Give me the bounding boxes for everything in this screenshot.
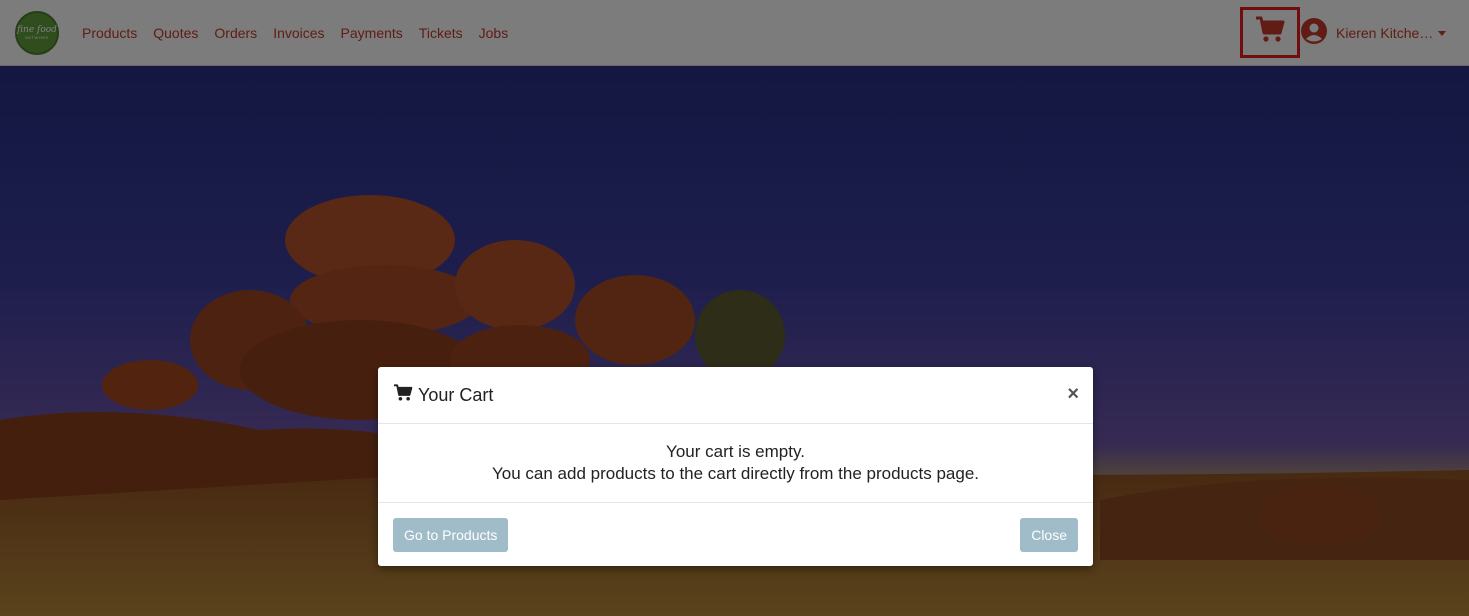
- modal-header: Your Cart ×: [378, 367, 1093, 424]
- empty-cart-message: Your cart is empty.: [666, 442, 805, 461]
- close-icon[interactable]: ×: [1067, 383, 1079, 406]
- modal-body: Your cart is empty. You can add products…: [378, 424, 1093, 503]
- shopping-cart-icon: [393, 383, 413, 407]
- close-button[interactable]: Close: [1020, 518, 1078, 552]
- empty-cart-hint: You can add products to the cart directl…: [492, 464, 979, 483]
- modal-footer: Go to Products Close: [378, 503, 1093, 566]
- cart-modal: Your Cart × Your cart is empty. You can …: [378, 367, 1093, 566]
- go-to-products-button[interactable]: Go to Products: [393, 518, 509, 552]
- modal-title: Your Cart: [418, 384, 494, 405]
